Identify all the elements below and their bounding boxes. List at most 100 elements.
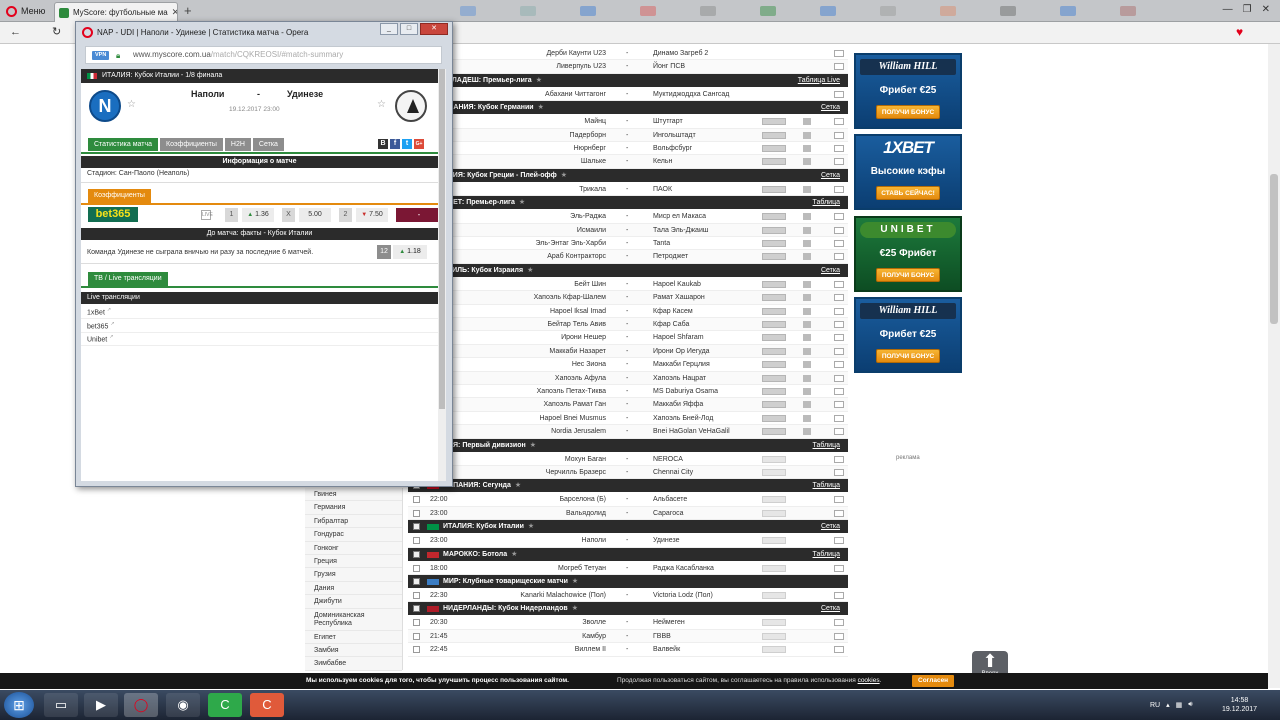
league-checkbox[interactable]: [413, 523, 420, 531]
live-stream-icon[interactable]: [762, 158, 786, 166]
league-name[interactable]: НИДЕРЛАНДЫ: Кубок Нидерландов ★: [443, 602, 578, 615]
popup-minimize-icon[interactable]: _: [380, 23, 398, 35]
country-item[interactable]: Замбия: [305, 644, 402, 658]
preview-icon[interactable]: [834, 455, 844, 463]
match-row[interactable]: Шальке - Кельн: [408, 155, 848, 169]
live-stream-icon[interactable]: [762, 280, 786, 288]
match-row[interactable]: Трикала - ПАОК: [408, 183, 848, 197]
popup-close-icon[interactable]: ✕: [420, 23, 448, 35]
tv-icon[interactable]: [803, 347, 811, 355]
match-row[interactable]: Майнц - Штутгарт: [408, 115, 848, 129]
preview-icon[interactable]: [834, 374, 844, 382]
match-row[interactable]: Ирони Нешер - Hapoel Shfaram: [408, 331, 848, 345]
clock[interactable]: 14:58 19.12.2017: [1222, 696, 1257, 714]
preview-icon[interactable]: [834, 334, 844, 342]
tv-icon[interactable]: [803, 145, 811, 152]
preview-icon[interactable]: [834, 185, 844, 193]
tv-icon[interactable]: [803, 388, 811, 395]
bookmaker-link[interactable]: bet365 ↗: [87, 321, 115, 330]
league-name[interactable]: НГЛАДЕШ: Премьер-лига ★: [443, 74, 542, 87]
away-team-name[interactable]: Удинезе: [287, 89, 323, 99]
tab-draw[interactable]: Сетка: [252, 138, 284, 151]
ad-button[interactable]: СТАВЬ СЕЙЧАС!: [876, 186, 940, 200]
match-row[interactable]: Бейт Шин - Hapoel Kaukab: [408, 278, 848, 292]
star-icon[interactable]: ★: [519, 199, 525, 206]
preview-icon[interactable]: [834, 253, 844, 261]
tab-favicon-icon[interactable]: [1060, 6, 1076, 16]
country-item[interactable]: Зимбабве: [305, 657, 402, 671]
close-icon[interactable]: ✕: [1262, 4, 1270, 15]
live-stream-icon[interactable]: [762, 401, 786, 409]
match-row[interactable]: 21:45 Камбур - ГВВВ: [408, 629, 848, 644]
match-row[interactable]: 22:30 Kanarki Malachowice (Пол) - Victoria …: [408, 589, 848, 603]
league-link[interactable]: Сетка: [821, 101, 840, 114]
match-checkbox[interactable]: [413, 632, 420, 640]
league-name[interactable]: ИТАЛИЯ: Кубок Италии ★: [443, 520, 534, 533]
browser-tab-myscore[interactable]: MyScore: футбольные ма ✕: [54, 2, 178, 22]
league-link[interactable]: Таблица Live: [798, 74, 840, 87]
live-stream-icon[interactable]: [762, 632, 786, 640]
live-stream-icon[interactable]: [762, 509, 786, 517]
tv-icon[interactable]: [803, 428, 811, 436]
country-item[interactable]: Германия: [305, 501, 402, 515]
odds-value-1[interactable]: ▲ 1.36: [242, 208, 274, 222]
favorite-star-icon[interactable]: ☆: [127, 99, 136, 110]
tv-icon[interactable]: [803, 334, 811, 342]
match-row[interactable]: Эль-Раджа - Миср ел Макаса: [408, 210, 848, 224]
tab-favicon-icon[interactable]: [1120, 6, 1136, 16]
match-row[interactable]: Падерборн - Ингольштадт: [408, 128, 848, 142]
ad-button[interactable]: ПОЛУЧИ БОНУС: [876, 105, 940, 119]
tv-icon[interactable]: [803, 226, 811, 234]
tab-favicon-icon[interactable]: [760, 6, 776, 16]
star-icon[interactable]: ★: [528, 523, 534, 530]
popup-maximize-icon[interactable]: □: [400, 23, 418, 35]
country-item[interactable]: Египет: [305, 631, 402, 644]
tv-icon[interactable]: [803, 401, 811, 409]
star-icon[interactable]: ★: [561, 172, 567, 179]
volume-icon[interactable]: 🔊︎: [1188, 701, 1192, 709]
preview-icon[interactable]: [834, 509, 844, 517]
match-row[interactable]: Дерби Каунти U23 - Динамо Загреб 2: [408, 47, 848, 61]
camtasia-recorder-icon[interactable]: C: [250, 693, 284, 717]
match-row[interactable]: 20:30 Зволле - Неймеген: [408, 616, 848, 630]
live-stream-icon[interactable]: [762, 185, 786, 193]
match-row[interactable]: Араб Контракторс - Петроджет: [408, 250, 848, 264]
match-checkbox[interactable]: [413, 564, 420, 572]
league-name[interactable]: ИПЕТ: Премьер-лига ★: [443, 196, 525, 209]
tv-icon[interactable]: [803, 131, 811, 139]
league-link[interactable]: Таблица: [813, 548, 840, 561]
home-team-name[interactable]: Наполи: [191, 89, 224, 99]
star-icon[interactable]: ★: [538, 104, 544, 111]
bet365-logo[interactable]: bet365: [88, 207, 138, 222]
tray-arrow-icon[interactable]: ▴: [1166, 701, 1170, 709]
match-checkbox[interactable]: [413, 496, 420, 504]
live-stream-icon[interactable]: [762, 307, 786, 315]
preview-icon[interactable]: [834, 646, 844, 654]
preview-icon[interactable]: [834, 592, 844, 599]
preview-icon[interactable]: [834, 294, 844, 302]
match-row[interactable]: Ливерпуль U23 - Йонг ПСВ: [408, 60, 848, 74]
live-stream-icon[interactable]: [762, 145, 786, 152]
star-icon[interactable]: ★: [572, 578, 578, 585]
tab-favicon-icon[interactable]: [1000, 6, 1016, 16]
live-stream-icon[interactable]: [762, 294, 786, 302]
tab-favicon-icon[interactable]: [700, 6, 716, 16]
league-name[interactable]: ЕЦИЯ: Кубок Греции - Плей-офф ★: [443, 169, 567, 182]
preview-icon[interactable]: [834, 496, 844, 504]
country-item[interactable]: Гибралтар: [305, 515, 402, 529]
tv-icon[interactable]: [803, 280, 811, 288]
live-stream-icon[interactable]: [762, 496, 786, 504]
match-row[interactable]: Черчилль Бразерс - Chennai City: [408, 466, 848, 480]
star-icon[interactable]: ★: [527, 267, 533, 274]
tab-odds[interactable]: Коэффициенты: [160, 138, 223, 151]
ad-button[interactable]: ПОЛУЧИ БОНУС: [876, 268, 940, 282]
preview-icon[interactable]: [834, 564, 844, 572]
tv-icon[interactable]: [803, 294, 811, 302]
star-icon[interactable]: ★: [511, 551, 517, 558]
match-row[interactable]: Исмаили - Тала Эль-Джаиш: [408, 223, 848, 237]
tv-live-tab[interactable]: ТВ / Live трансляции: [88, 272, 168, 286]
match-row[interactable]: Абахани Читтагонг - Муктиджоддха Сангсад: [408, 88, 848, 102]
league-link[interactable]: Сетка: [821, 264, 840, 277]
league-name[interactable]: РАИЛЬ: Кубок Израиля ★: [443, 264, 533, 277]
live-stream-icon[interactable]: [762, 537, 786, 545]
